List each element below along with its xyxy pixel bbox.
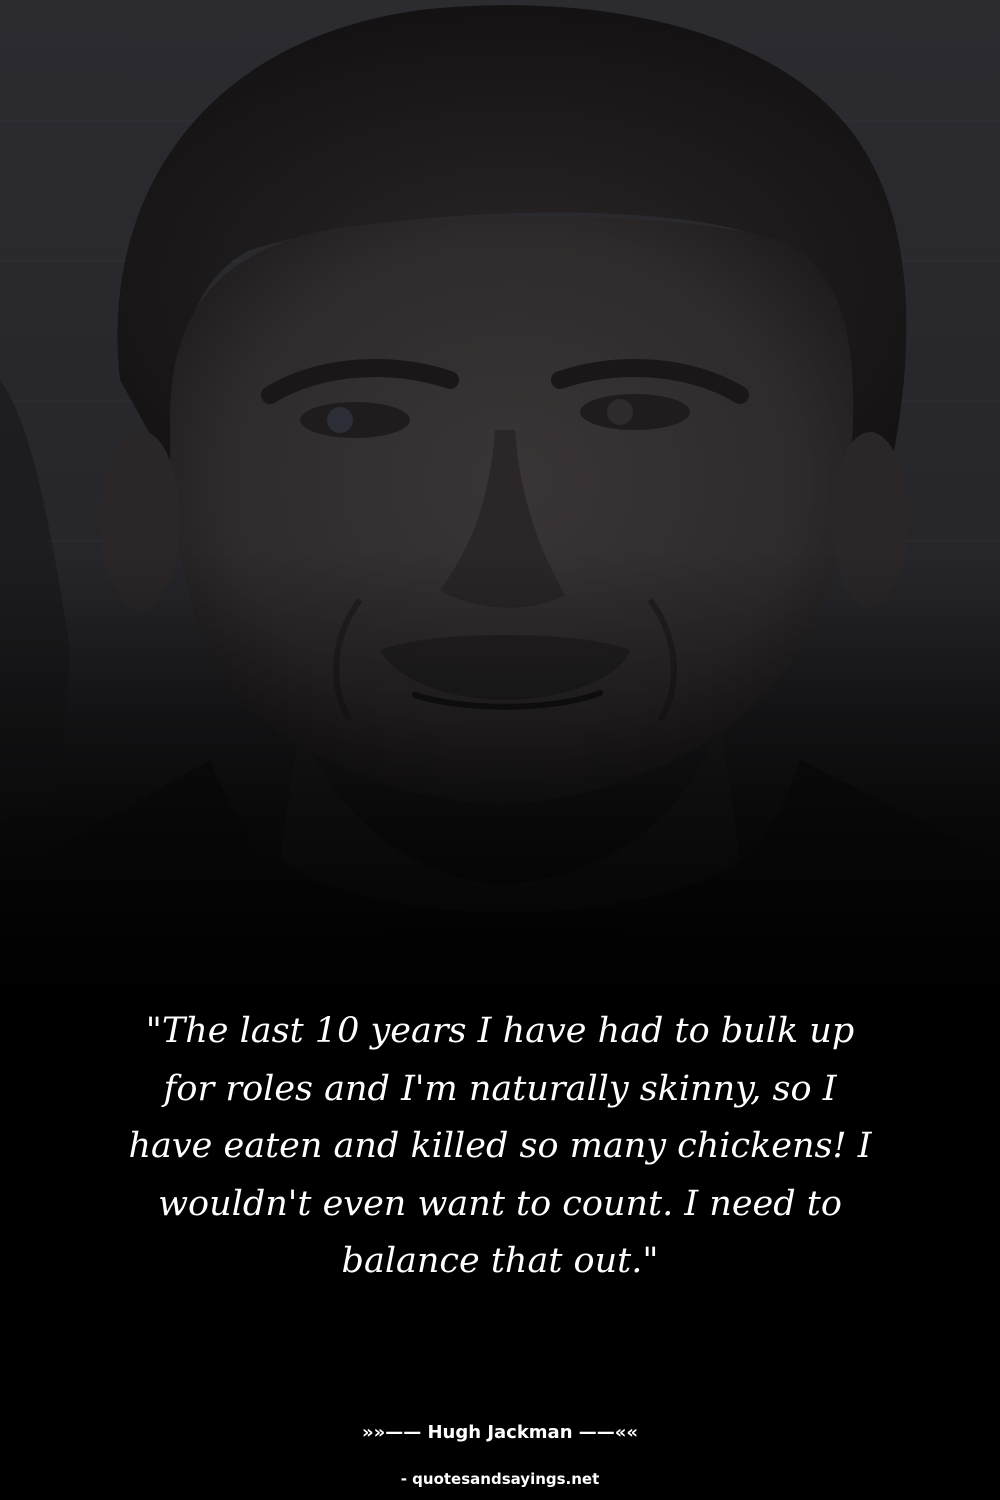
photo-fade-overlay xyxy=(0,0,1000,1000)
source-credit: - quotesandsayings.net xyxy=(400,1470,600,1488)
quote-text: "The last 10 years I have had to bulk up… xyxy=(128,1011,872,1281)
quote-author: »»—— Hugh Jackman ——«« xyxy=(361,1422,639,1443)
quote-poster: "The last 10 years I have had to bulk up… xyxy=(0,0,1000,1500)
